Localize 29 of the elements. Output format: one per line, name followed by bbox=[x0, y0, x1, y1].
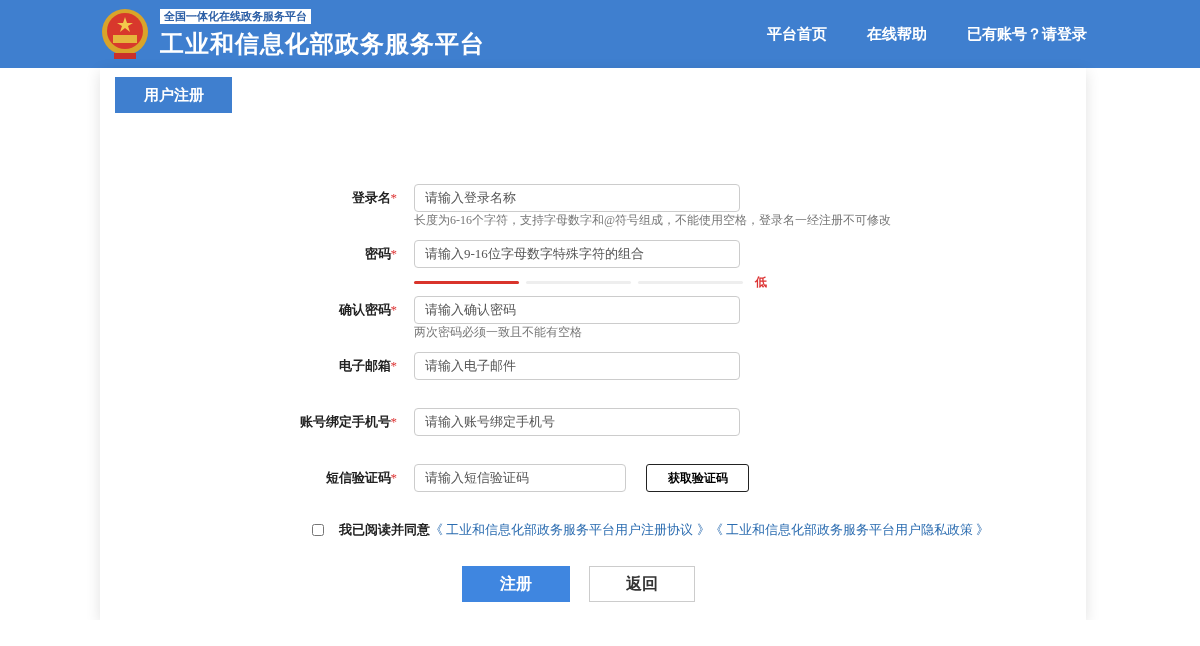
register-tab[interactable]: 用户注册 bbox=[115, 77, 232, 113]
agree-checkbox[interactable] bbox=[312, 524, 324, 536]
input-field[interactable]: 请输入登录名称 bbox=[414, 184, 740, 212]
input-field[interactable]: 请输入电子邮件 bbox=[414, 352, 740, 380]
strength-label: 低 bbox=[755, 274, 767, 291]
policy-link[interactable]: 《 工业和信息化部政务服务平台用户注册协议 》 bbox=[430, 521, 710, 539]
field-label: 短信验证码* bbox=[324, 469, 397, 487]
input-field[interactable]: 请输入确认密码 bbox=[414, 296, 740, 324]
nav-link[interactable]: 在线帮助 bbox=[867, 24, 927, 44]
get-code-button[interactable]: 获取验证码 bbox=[646, 464, 749, 492]
field-hint: 两次密码必须一致且不能有空格 bbox=[414, 324, 583, 340]
field-label: 账号绑定手机号* bbox=[298, 413, 397, 431]
field-label: 电子邮箱* bbox=[337, 357, 397, 375]
field-label: 密码* bbox=[363, 245, 397, 263]
agree-text: 我已阅读并同意 bbox=[339, 521, 430, 539]
policy-link[interactable]: 《 工业和信息化部政务服务平台用户隐私政策 》 bbox=[709, 521, 989, 539]
site-title: 工业和信息化部政务服务平台 bbox=[160, 28, 485, 60]
input-field[interactable]: 请输入9-16位字母数字特殊字符的组合 bbox=[414, 240, 740, 268]
emblem-icon bbox=[100, 7, 150, 61]
field-hint: 长度为6-16个字符，支持字母数字和@符号组成，不能使用空格，登录名一经注册不可修改 bbox=[414, 212, 892, 228]
field-label: 登录名* bbox=[350, 189, 397, 207]
nav-link[interactable]: 平台首页 bbox=[767, 24, 827, 44]
input-field[interactable]: 请输入账号绑定手机号 bbox=[414, 408, 740, 436]
field-label: 确认密码* bbox=[337, 301, 397, 319]
back-button[interactable]: 返回 bbox=[588, 566, 695, 602]
nav-link[interactable]: 已有账号？请登录 bbox=[967, 24, 1087, 44]
register-button[interactable]: 注册 bbox=[461, 566, 570, 602]
input-field[interactable]: 请输入短信验证码 bbox=[414, 464, 626, 492]
platform-badge: 全国一体化在线政务服务平台 bbox=[160, 8, 311, 24]
